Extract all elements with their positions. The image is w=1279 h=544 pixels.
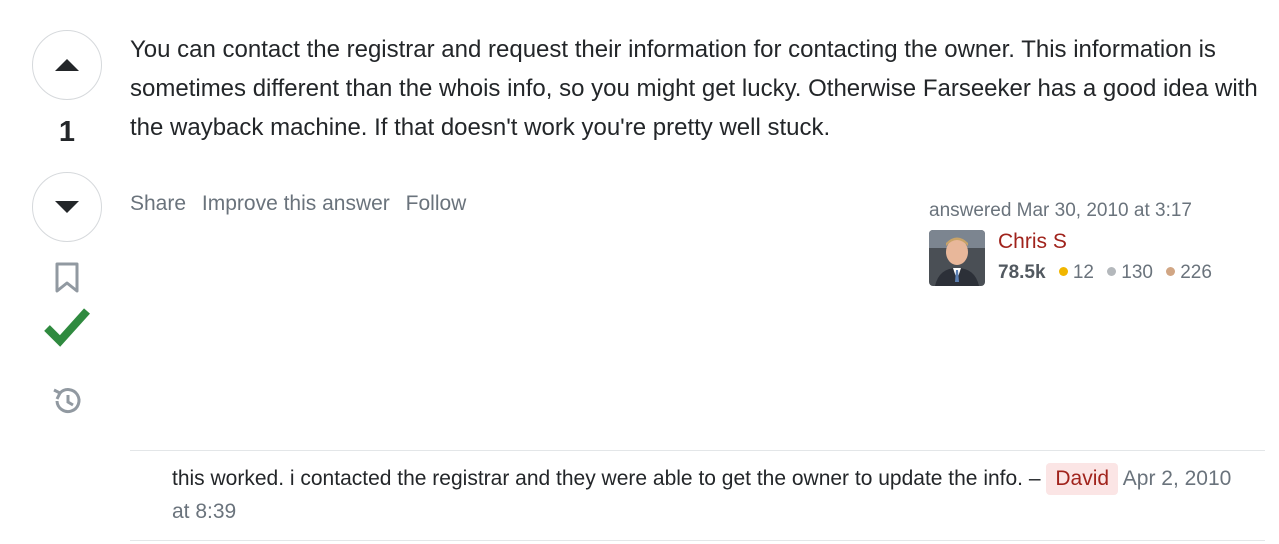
bronze-badge-count: 226 (1180, 262, 1212, 283)
arrow-up-icon (55, 59, 79, 71)
user-card: answered Mar 30, 2010 at 3:17 Chris S 78… (929, 200, 1259, 286)
post-menu: Share Improve this answer Follow (130, 192, 476, 216)
gold-badge-icon (1058, 267, 1068, 276)
comments-divider-top (130, 450, 1265, 451)
answered-timestamp: answered Mar 30, 2010 at 3:17 (929, 200, 1193, 221)
comments-divider-bottom (130, 540, 1265, 541)
bronze-badge-icon (1166, 267, 1176, 276)
user-name-link[interactable]: Chris S (998, 230, 1067, 254)
upvote-button[interactable] (32, 30, 102, 100)
history-icon[interactable] (50, 384, 84, 418)
silver-badge-count: 130 (1121, 262, 1153, 283)
comment: this worked. i contacted the registrar a… (172, 462, 1252, 528)
bookmark-icon[interactable] (54, 262, 80, 294)
silver-badge-icon (1107, 267, 1117, 276)
arrow-down-icon (55, 201, 79, 213)
improve-answer-link[interactable]: Improve this answer (202, 192, 390, 215)
answer-body: You can contact the registrar and reques… (130, 36, 1258, 141)
share-link[interactable]: Share (130, 192, 186, 215)
follow-link[interactable]: Follow (406, 192, 467, 215)
reputation-score: 78.5k (998, 262, 1046, 283)
avatar[interactable] (929, 230, 985, 286)
gold-badge-count: 12 (1072, 262, 1094, 283)
checkmark-icon (44, 308, 90, 347)
bronze-badges: 226 (1166, 262, 1212, 283)
user-info: Chris S 78.5k 12 130 226 (929, 228, 1259, 286)
silver-badges: 130 (1107, 262, 1153, 283)
vote-count: 1 (58, 116, 76, 148)
gold-badges: 12 (1058, 262, 1094, 283)
comment-text: this worked. i contacted the registrar a… (172, 467, 1041, 490)
comment-user-link[interactable]: David (1046, 463, 1119, 495)
user-stats: 78.5k 12 130 226 (998, 262, 1220, 284)
downvote-button[interactable] (32, 172, 102, 242)
